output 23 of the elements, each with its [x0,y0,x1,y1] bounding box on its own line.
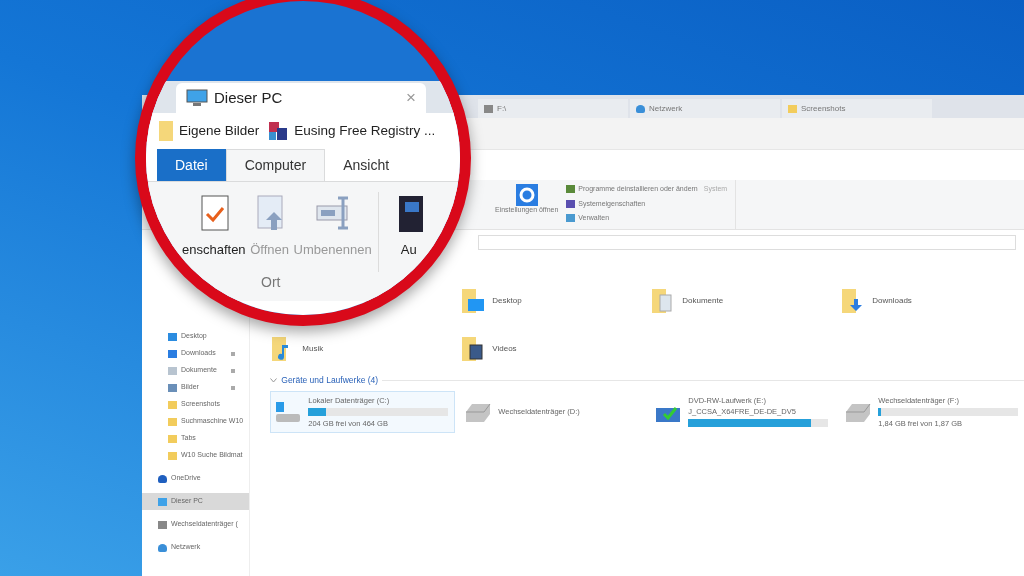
group-label: Ort [260,273,282,292]
chevron-icon[interactable] [270,377,278,383]
ribbon-tab[interactable]: Computer [225,149,326,181]
app-icon [267,120,290,142]
toolbar-shortcut[interactable]: Eigene Bilder [158,120,260,142]
ribbon-button[interactable]: enschaften [180,192,248,272]
window-tab[interactable]: Screenshots [782,99,932,118]
folder-item[interactable]: Videos [460,332,517,366]
gear-icon [515,184,538,206]
folder-item[interactable]: Downloads [840,284,912,318]
ribbon-tab[interactable]: Datei [157,149,226,181]
folder-icon [158,120,174,142]
window-tab[interactable]: Dieser PC × [176,83,426,113]
folder-item[interactable]: Musik [270,332,324,366]
address-field[interactable] [478,234,1016,250]
toolbar-shortcut[interactable]: Eusing Free Registry ... [267,120,436,142]
window-tab[interactable]: Netzwerk [630,99,780,118]
folder-icon [460,287,487,315]
ribbon-button[interactable]: Au [377,192,431,272]
section-title: Geräte und Laufwerke (4) [281,374,379,387]
folder-icon [788,104,797,113]
window-tab[interactable]: F:\ [478,99,628,118]
folder-item[interactable]: Dokumente [650,284,724,318]
